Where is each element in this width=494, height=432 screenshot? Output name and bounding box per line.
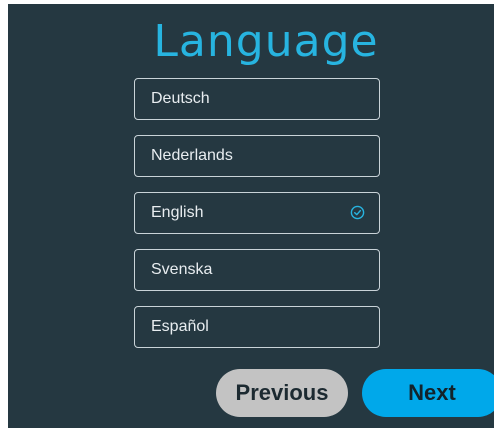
language-option-english[interactable]: English xyxy=(134,192,380,234)
page-title: Language xyxy=(153,16,379,67)
language-selection-screen: Language Deutsch Nederlands English Sven… xyxy=(8,4,494,428)
language-list: Deutsch Nederlands English Svenska Españ… xyxy=(134,78,380,363)
previous-button[interactable]: Previous xyxy=(216,369,348,417)
language-option-label: Nederlands xyxy=(151,147,233,164)
language-option-nederlands[interactable]: Nederlands xyxy=(134,135,380,177)
language-option-espanol[interactable]: Español xyxy=(134,306,380,348)
next-button[interactable]: Next xyxy=(362,369,494,417)
language-option-label: Español xyxy=(151,318,209,335)
check-circle-icon xyxy=(350,205,365,220)
language-option-label: Deutsch xyxy=(151,90,210,107)
language-option-deutsch[interactable]: Deutsch xyxy=(134,78,380,120)
language-option-label: Svenska xyxy=(151,261,213,278)
language-option-label: English xyxy=(151,204,204,221)
language-option-svenska[interactable]: Svenska xyxy=(134,249,380,291)
